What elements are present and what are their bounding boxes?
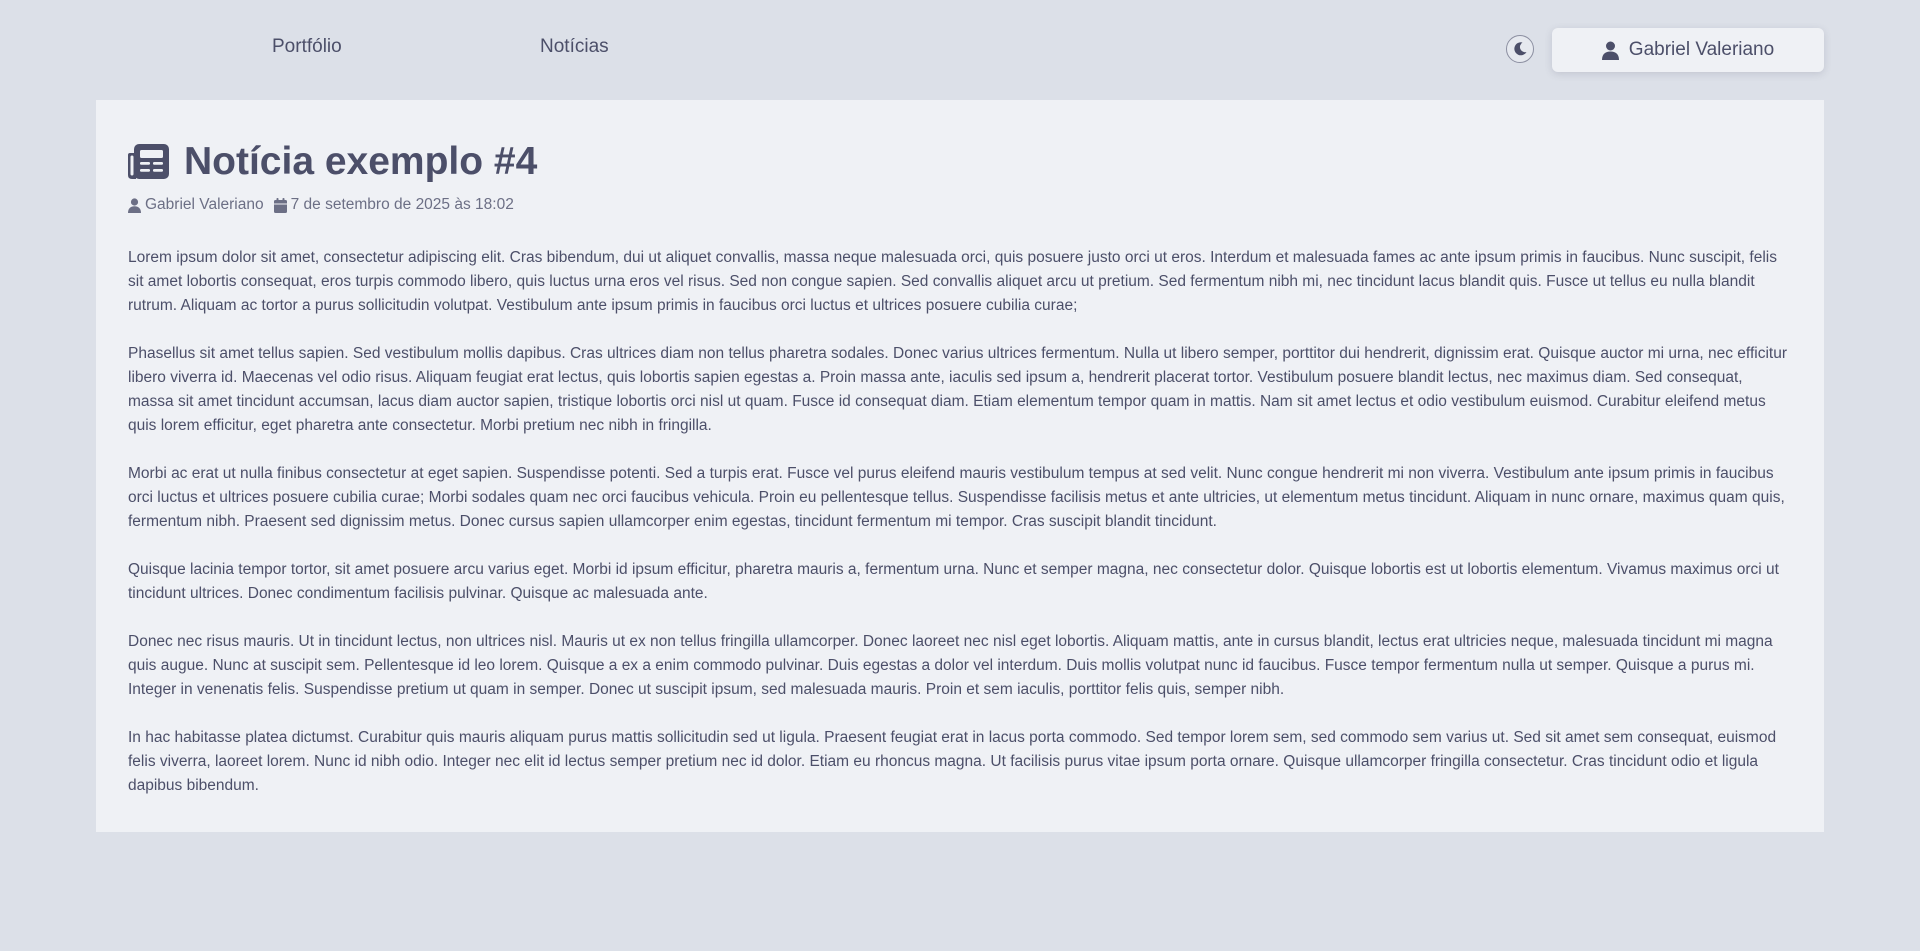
user-name: Gabriel Valeriano	[1628, 39, 1775, 60]
nav-link-portfolio[interactable]: Portfólio	[272, 36, 342, 58]
article-title: Notícia exemplo #4	[184, 140, 538, 183]
article-meta: Gabriel Valeriano 7 de setembro de 2025 …	[128, 194, 1792, 216]
user-icon	[128, 197, 141, 213]
user-menu-button[interactable]: Gabriel Valeriano	[1552, 28, 1824, 72]
article-paragraph: Donec nec risus mauris. Ut in tincidunt …	[128, 633, 1773, 698]
top-navbar: Portfólio Notícias Gabriel Valeriano	[0, 0, 1920, 100]
article-paragraph: Lorem ipsum dolor sit amet, consectetur …	[128, 249, 1777, 314]
article-header: Notícia exemplo #4	[128, 140, 1792, 184]
article-paragraph: Morbi ac erat ut nulla finibus consectet…	[128, 465, 1785, 530]
newspaper-icon	[128, 144, 169, 179]
article-paragraph: Quisque lacinia tempor tortor, sit amet …	[128, 561, 1779, 602]
user-icon	[1601, 41, 1619, 60]
article-date: 7 de setembro de 2025 às 18:02	[273, 196, 514, 214]
article-author: Gabriel Valeriano	[128, 196, 264, 214]
article-paragraph: In hac habitasse platea dictumst. Curabi…	[128, 729, 1777, 794]
article-paragraph: Phasellus sit amet tellus sapien. Sed ve…	[128, 345, 1787, 434]
article-author-name: Gabriel Valeriano	[145, 196, 264, 213]
article-date-text: 7 de setembro de 2025 às 18:02	[290, 196, 514, 213]
article-card: Notícia exemplo #4 Gabriel Valeriano 7 d…	[96, 100, 1824, 832]
article-body: Lorem ipsum dolor sit amet, consectetur …	[128, 246, 1792, 798]
nav-link-news[interactable]: Notícias	[540, 36, 609, 58]
theme-toggle-button[interactable]	[1506, 35, 1534, 63]
calendar-icon	[273, 197, 287, 213]
moon-icon	[1514, 42, 1527, 56]
